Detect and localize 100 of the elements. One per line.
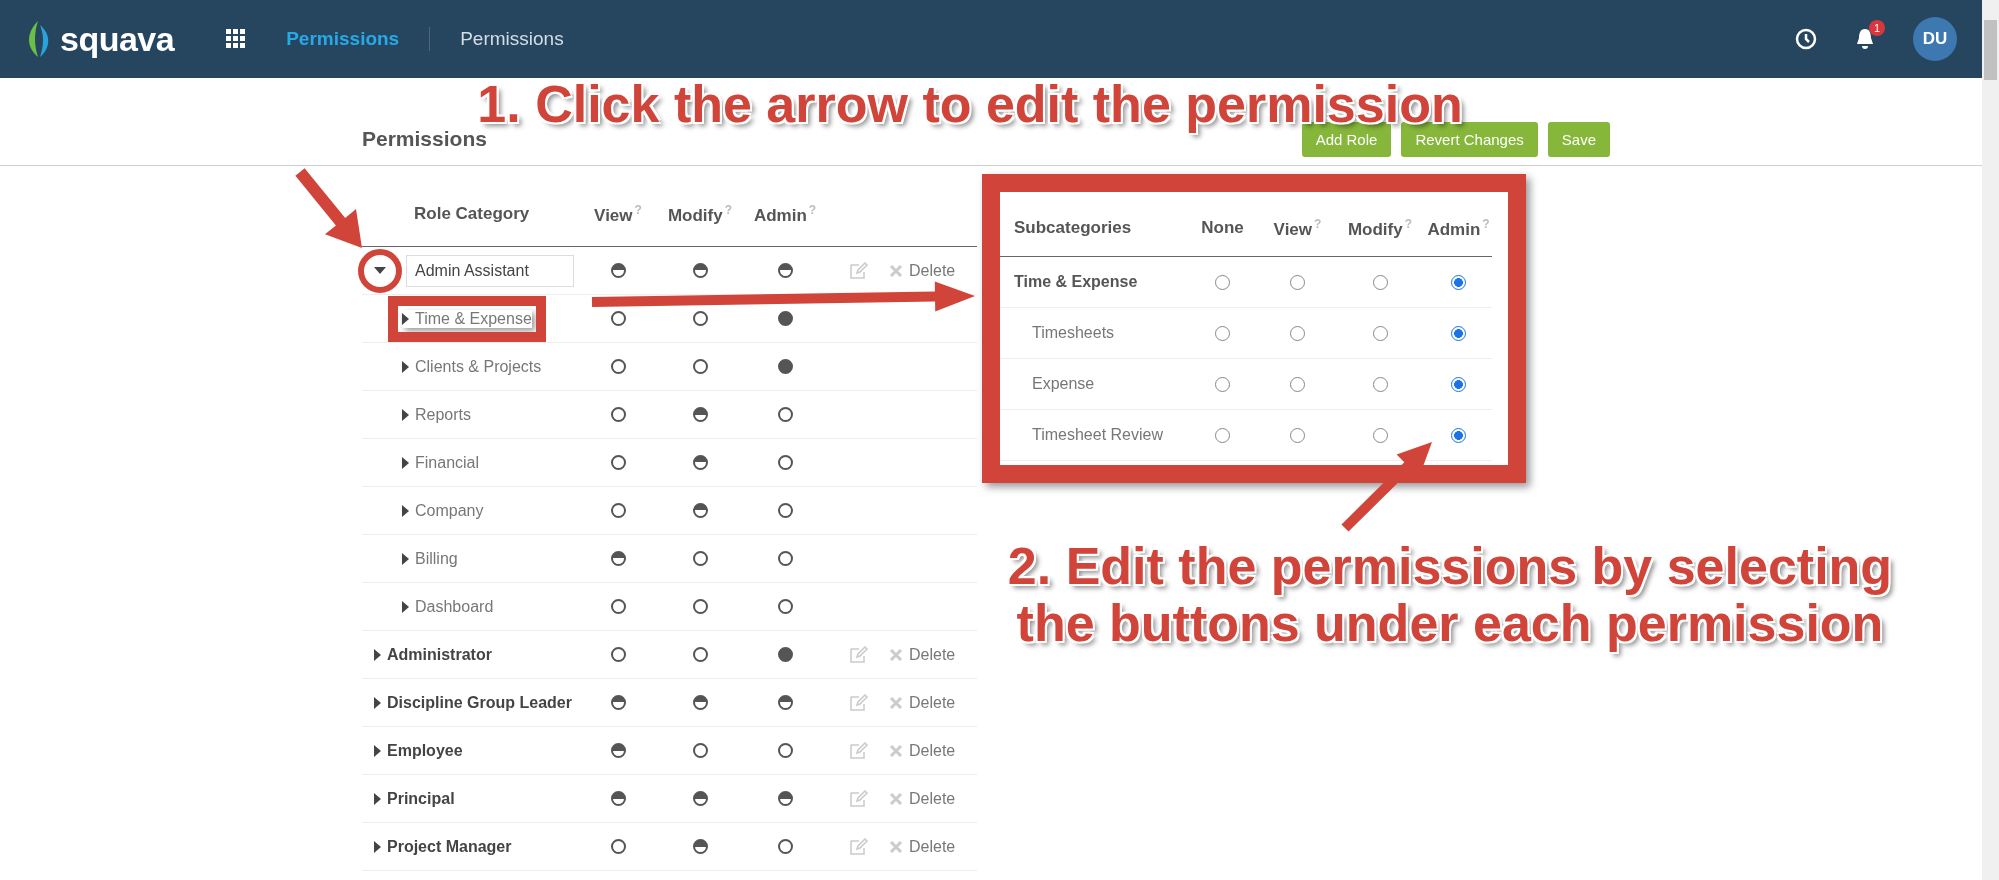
role-name[interactable]: Reports bbox=[415, 405, 472, 424]
radio-button[interactable] bbox=[1215, 376, 1230, 392]
toolbar-button[interactable]: Save bbox=[1547, 122, 1610, 157]
role-name-field[interactable]: Admin Assistant bbox=[406, 254, 574, 287]
delete-link[interactable]: Delete bbox=[889, 693, 956, 712]
role-name[interactable]: Project Manager bbox=[387, 837, 512, 856]
delete-link[interactable]: Delete bbox=[889, 837, 956, 856]
delete-link[interactable]: Delete bbox=[889, 789, 956, 808]
role-name[interactable]: Time & Expense bbox=[415, 309, 532, 328]
delete-link[interactable]: Delete bbox=[889, 645, 956, 664]
caret-icon[interactable] bbox=[374, 744, 381, 757]
apps-grid-icon[interactable] bbox=[226, 29, 247, 49]
access-level-icon[interactable] bbox=[610, 311, 626, 326]
access-level-icon[interactable] bbox=[777, 359, 793, 374]
caret-icon[interactable] bbox=[402, 312, 409, 325]
subcategory-name: Timesheets bbox=[1031, 324, 1116, 342]
role-name[interactable]: Company bbox=[415, 501, 484, 520]
caret-icon[interactable] bbox=[374, 696, 381, 709]
access-level-icon[interactable] bbox=[692, 503, 708, 518]
radio-button[interactable] bbox=[1372, 376, 1388, 392]
access-level-icon[interactable] bbox=[777, 743, 793, 758]
delete-link[interactable]: Delete bbox=[889, 741, 956, 760]
access-level-icon[interactable] bbox=[692, 551, 708, 566]
caret-icon[interactable] bbox=[374, 792, 381, 805]
access-level-icon[interactable] bbox=[777, 263, 793, 278]
radio-button[interactable] bbox=[1372, 427, 1388, 443]
radio-button[interactable] bbox=[1451, 427, 1466, 443]
access-level-icon[interactable] bbox=[692, 311, 708, 326]
access-level-icon[interactable] bbox=[692, 791, 708, 806]
role-name[interactable]: Principal bbox=[387, 789, 455, 808]
caret-icon[interactable] bbox=[402, 408, 409, 421]
access-level-icon[interactable] bbox=[692, 839, 708, 854]
scrollbar[interactable] bbox=[1982, 0, 1999, 880]
nav-link[interactable]: Permissions bbox=[286, 28, 400, 50]
access-level-icon[interactable] bbox=[692, 743, 708, 758]
column-header: Subcategories bbox=[1013, 218, 1133, 238]
caret-icon[interactable] bbox=[402, 552, 409, 565]
role-name[interactable]: Employee bbox=[387, 741, 463, 760]
radio-button[interactable] bbox=[1215, 427, 1230, 443]
column-header: View$^{?}$ bbox=[593, 202, 643, 226]
radio-button[interactable] bbox=[1290, 274, 1305, 290]
access-level-icon[interactable] bbox=[610, 263, 626, 278]
access-level-icon[interactable] bbox=[610, 599, 626, 614]
access-level-icon[interactable] bbox=[610, 647, 626, 662]
caret-icon[interactable] bbox=[402, 456, 409, 469]
access-level-icon[interactable] bbox=[610, 695, 626, 710]
access-level-icon[interactable] bbox=[610, 839, 626, 854]
radio-button[interactable] bbox=[1290, 376, 1305, 392]
radio-button[interactable] bbox=[1290, 427, 1305, 443]
access-level-icon[interactable] bbox=[692, 359, 708, 374]
radio-button[interactable] bbox=[1290, 325, 1305, 341]
access-level-icon[interactable] bbox=[777, 407, 793, 422]
access-level-icon[interactable] bbox=[692, 647, 708, 662]
access-level-icon[interactable] bbox=[692, 263, 708, 278]
access-level-icon[interactable] bbox=[777, 551, 793, 566]
caret-icon[interactable] bbox=[374, 648, 381, 661]
clock-icon[interactable] bbox=[1795, 28, 1817, 50]
access-level-icon[interactable] bbox=[610, 743, 626, 758]
bell-icon[interactable] bbox=[1855, 28, 1875, 50]
access-level-icon[interactable] bbox=[777, 695, 793, 710]
access-level-icon[interactable] bbox=[692, 407, 708, 422]
role-name[interactable]: Clients & Projects bbox=[415, 357, 542, 376]
caret-icon[interactable] bbox=[374, 840, 381, 853]
caret-icon[interactable] bbox=[374, 267, 386, 274]
annotation-text: 2. Edit the permissions by selecting the buttons under each permission bbox=[1006, 538, 1894, 653]
radio-button[interactable] bbox=[1372, 274, 1388, 290]
role-name[interactable]: Administrator bbox=[387, 645, 492, 664]
radio-button[interactable] bbox=[1451, 376, 1466, 392]
role-name[interactable]: Discipline Group Leader bbox=[387, 693, 572, 712]
access-level-icon[interactable] bbox=[777, 839, 793, 854]
radio-button[interactable] bbox=[1215, 274, 1230, 290]
column-header: None bbox=[1200, 218, 1245, 238]
access-level-icon[interactable] bbox=[692, 599, 708, 614]
radio-button[interactable] bbox=[1372, 325, 1388, 341]
role-name[interactable]: Dashboard bbox=[415, 597, 494, 616]
access-level-icon[interactable] bbox=[610, 359, 626, 374]
radio-button[interactable] bbox=[1451, 274, 1466, 290]
access-level-icon[interactable] bbox=[777, 311, 793, 326]
delete-link[interactable]: Delete bbox=[889, 261, 956, 280]
access-level-icon[interactable] bbox=[610, 455, 626, 470]
nav-link[interactable]: Permissions bbox=[460, 28, 564, 50]
caret-icon[interactable] bbox=[402, 504, 409, 517]
user-avatar[interactable]: DU bbox=[1913, 17, 1957, 61]
access-level-icon[interactable] bbox=[777, 647, 793, 662]
role-name[interactable]: Financial bbox=[415, 453, 480, 472]
access-level-icon[interactable] bbox=[777, 791, 793, 806]
role-name[interactable]: Billing bbox=[415, 549, 458, 568]
radio-button[interactable] bbox=[1451, 325, 1466, 341]
access-level-icon[interactable] bbox=[777, 599, 793, 614]
access-level-icon[interactable] bbox=[610, 551, 626, 566]
radio-button[interactable] bbox=[1215, 325, 1230, 341]
access-level-icon[interactable] bbox=[777, 455, 793, 470]
access-level-icon[interactable] bbox=[777, 503, 793, 518]
access-level-icon[interactable] bbox=[610, 791, 626, 806]
access-level-icon[interactable] bbox=[610, 407, 626, 422]
access-level-icon[interactable] bbox=[692, 455, 708, 470]
access-level-icon[interactable] bbox=[692, 695, 708, 710]
access-level-icon[interactable] bbox=[610, 503, 626, 518]
caret-icon[interactable] bbox=[402, 360, 409, 373]
caret-icon[interactable] bbox=[402, 600, 409, 613]
